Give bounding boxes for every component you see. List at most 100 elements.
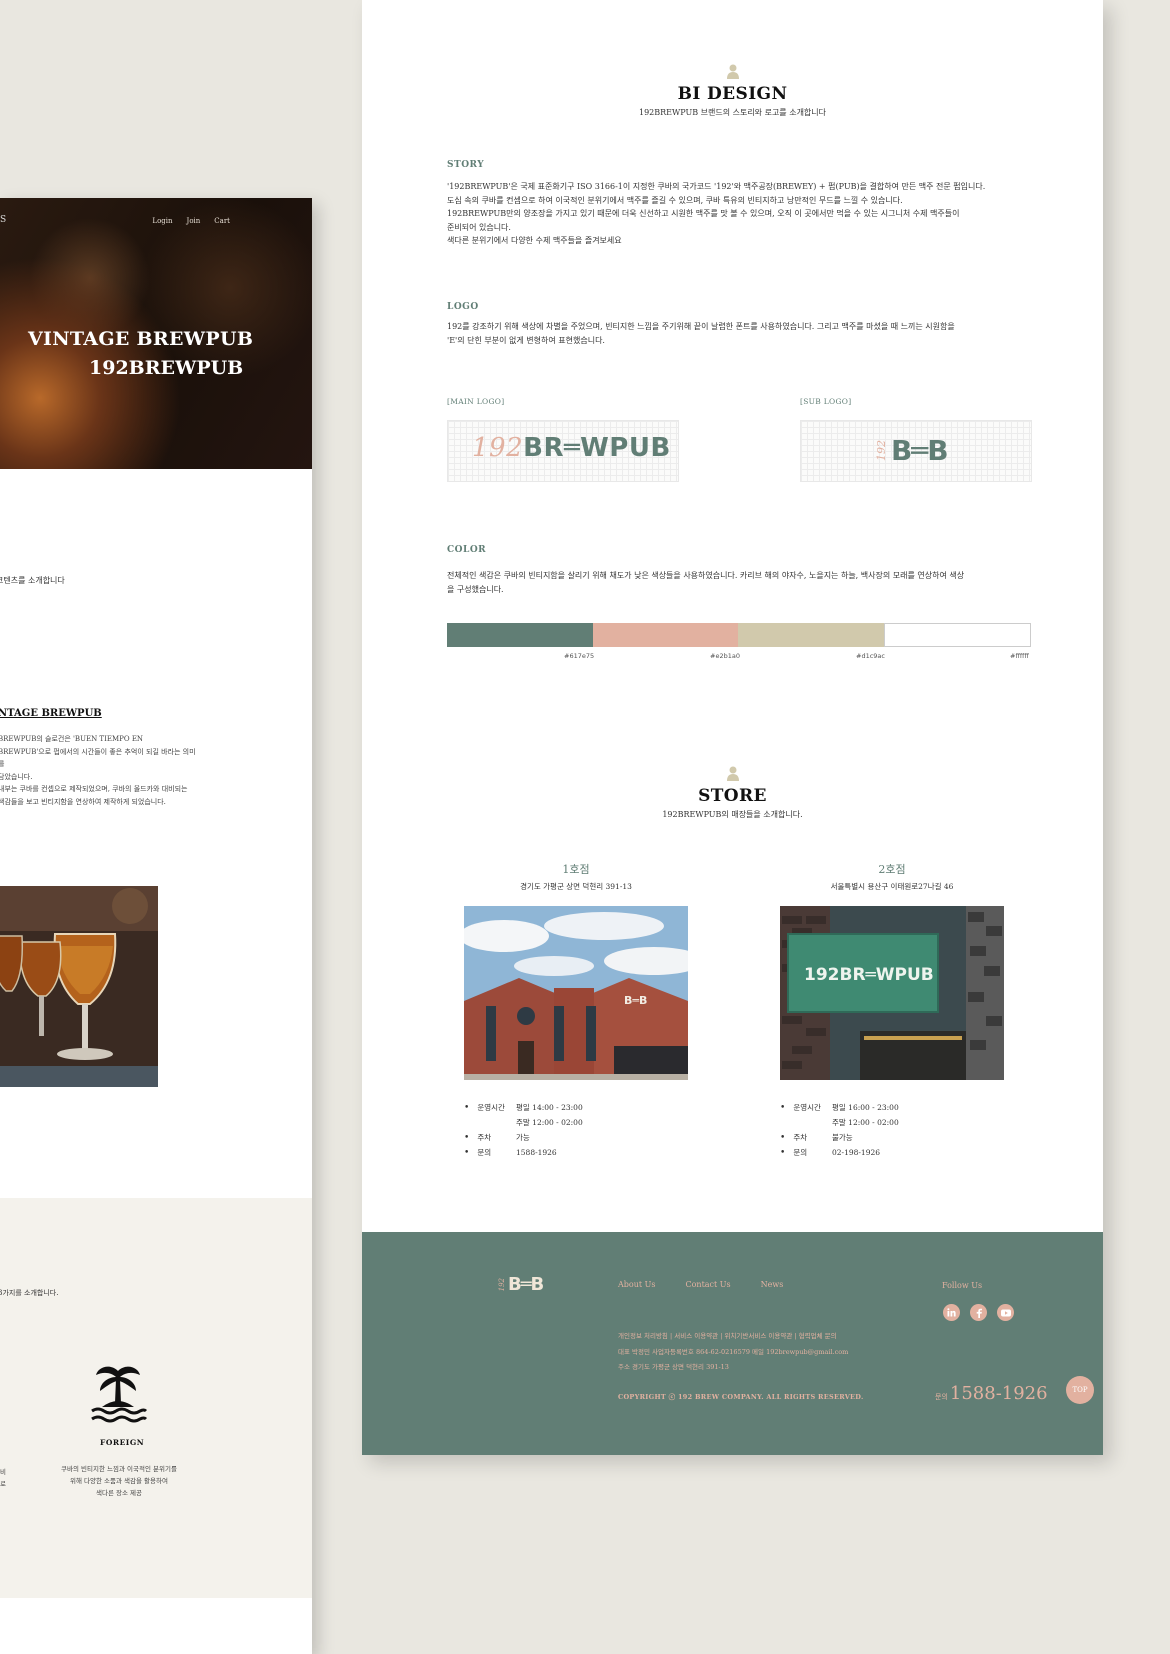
swatch-label-pink: #e2b1a0 [710, 652, 740, 660]
store-2-photo: 192BR═WPUB [780, 906, 1004, 1080]
color-text: 전체적인 색감은 쿠바의 빈티지함을 살리기 위해 채도가 낮은 색상들을 사용… [447, 571, 965, 594]
store-1-info: 운영시간 평일 14:00 - 23:00 주말 12:00 - 02:00 주… [464, 1100, 694, 1160]
store-2-address: 서울특별시 용산구 이태원로27나길 46 [830, 882, 954, 891]
store-1-hours-row-2: 주말 12:00 - 02:00 [464, 1115, 694, 1130]
phone-label: 문의 [935, 1393, 948, 1401]
footer-link-news[interactable]: News [761, 1280, 784, 1289]
bi-design-header: BI DESIGN 192BREWPUB 브랜드의 스토리와 로고를 소개합니다 [362, 63, 1103, 118]
store-2-heading: 2호점 서울특별시 용산구 이태원로27나길 46 [780, 861, 1004, 892]
facebook-icon[interactable] [970, 1304, 987, 1321]
logo-text: 192를 강조하기 위해 색상에 차별을 주었으며, 빈티지한 느낌을 주기위해… [447, 322, 955, 345]
store-1-name: 1호점 [562, 863, 590, 876]
footer-link-about[interactable]: About Us [618, 1280, 655, 1289]
footer-logo[interactable]: 192 B═B [498, 1274, 544, 1295]
hours-label: 운영시간 [464, 1102, 516, 1113]
story-text: '192BREWPUB'은 국제 표준화기구 ISO 3166-1이 지정한 쿠… [447, 182, 986, 245]
story-label: STORY [447, 160, 485, 170]
hero-nav: Login Join Cart [152, 217, 230, 225]
parking-label: 주차 [780, 1132, 832, 1143]
nav-login[interactable]: Login [152, 217, 172, 225]
scroll-top-button[interactable]: TOP [1066, 1376, 1094, 1404]
store-1-address: 경기도 가평군 상면 덕현리 391-13 [520, 882, 632, 891]
hours-label: 운영시간 [780, 1102, 832, 1113]
sub-logo-word: B═B [891, 433, 949, 467]
store-subtitle: 192BREWPUB의 매장들을 소개합니다. [662, 810, 803, 819]
footer-logo-word: B═B [508, 1274, 544, 1295]
color-palette [447, 623, 1031, 647]
store-header: STORE 192BREWPUB의 매장들을 소개합니다. [362, 765, 1103, 820]
store-2-hours-row-2: 주말 12:00 - 02:00 [780, 1115, 1010, 1130]
text-fragment: 비 [0, 1468, 6, 1476]
palm-island-icon [88, 1363, 148, 1425]
footer-phone: 문의 1588-1926 [935, 1383, 1048, 1404]
store-2-info: 운영시간 평일 16:00 - 23:00 주말 12:00 - 02:00 주… [780, 1100, 1010, 1160]
main-logo-word: BR═WPUB [523, 433, 671, 463]
footer-legal-links[interactable]: 개인정보 처리방침 | 서비스 이용약관 | 위치기반서비스 이용약관 | 협력… [618, 1329, 938, 1376]
main-logo-number: 192 [472, 433, 524, 463]
store-2-parking-row: 주차 불가능 [780, 1130, 1010, 1145]
phone-number: 1588-1926 [949, 1383, 1048, 1404]
swatch-pink [592, 623, 738, 647]
main-logo-caption: [MAIN LOGO] [447, 397, 505, 406]
swatch-green [447, 623, 593, 647]
contact-label: 문의 [780, 1147, 832, 1158]
footer-link-contact[interactable]: Contact Us [685, 1280, 730, 1289]
footer-logo-number: 192 [498, 1277, 506, 1292]
left-page-preview: S Login Join Cart VINTAGE BREWPUB 192BRE… [0, 198, 312, 1654]
person-icon [726, 63, 740, 79]
main-logo-box: 192BR═WPUB [447, 420, 679, 482]
store-sign-text: 192BR═WPUB [804, 965, 934, 985]
features-intro-fragment: 3가지를 소개합니다. [0, 1289, 59, 1297]
store-1-parking-row: 주차 가능 [464, 1130, 694, 1145]
foreign-label: FOREIGN [100, 1438, 145, 1447]
swatch-label-green: #617e75 [564, 652, 595, 660]
hours-weekday: 평일 16:00 - 23:00 [832, 1103, 899, 1112]
social-links [943, 1304, 1014, 1321]
footer: 192 B═B About Us Contact Us News Follow … [362, 1232, 1103, 1455]
vintage-heading: NTAGE BREWPUB [0, 708, 102, 719]
linkedin-icon[interactable] [943, 1304, 960, 1321]
bi-design-subtitle: 192BREWPUB 브랜드의 스토리와 로고를 소개합니다 [638, 108, 827, 117]
youtube-icon[interactable] [997, 1304, 1014, 1321]
sub-logo: 192 B═B [875, 433, 949, 467]
nav-cart[interactable]: Cart [214, 217, 230, 225]
logo-label: LOGO [447, 302, 479, 312]
swatch-white [883, 623, 1031, 647]
contact-value: 1588-1926 [516, 1148, 557, 1157]
bi-design-title: BI DESIGN [677, 84, 788, 104]
sub-logo-caption: [SUB LOGO] [800, 397, 852, 406]
follow-label: Follow Us [942, 1281, 983, 1290]
color-label: COLOR [447, 545, 487, 555]
store-2-name: 2호점 [878, 863, 906, 876]
store-2-contact-row: 문의 02-198-1926 [780, 1145, 1010, 1160]
intro-fragment: 코텐츠를 소개합니다 [0, 576, 65, 585]
nav-join[interactable]: Join [187, 217, 201, 225]
footer-nav: About Us Contact Us News [618, 1280, 783, 1289]
sub-logo-number: 192 [875, 439, 888, 461]
hero-title-line1: VINTAGE BREWPUB [28, 328, 254, 350]
hero-logo-fragment: S [0, 215, 7, 225]
features-band [0, 1198, 312, 1598]
parking-value: 불가능 [832, 1133, 853, 1142]
swatch-label-sand: #d1c9ac [856, 652, 885, 660]
store-2-hours-row: 운영시간 평일 16:00 - 23:00 [780, 1100, 1010, 1115]
store-1-hours-row: 운영시간 평일 14:00 - 23:00 [464, 1100, 694, 1115]
beer-glasses-photo [0, 886, 158, 1087]
hours-weekend: 주말 12:00 - 02:00 [516, 1118, 583, 1127]
sub-logo-box: 192 B═B [800, 420, 1032, 482]
parking-label: 주차 [464, 1132, 516, 1143]
parking-value: 가능 [516, 1133, 530, 1142]
contact-label: 문의 [464, 1147, 516, 1158]
store-1-photo: B═B [464, 906, 688, 1080]
hours-weekend: 주말 12:00 - 02:00 [832, 1118, 899, 1127]
hours-weekday: 평일 14:00 - 23:00 [516, 1103, 583, 1112]
store-1-contact-row: 문의 1588-1926 [464, 1145, 694, 1160]
right-page-preview: BI DESIGN 192BREWPUB 브랜드의 스토리와 로고를 소개합니다… [362, 0, 1103, 1455]
foreign-description: 쿠바의 빈티지한 느낌과 이국적인 분위기를 위해 다양한 소품과 색감을 활용… [61, 1465, 177, 1497]
main-logo: 192BR═WPUB [472, 433, 671, 463]
store-1-heading: 1호점 경기도 가평군 상면 덕현리 391-13 [464, 861, 688, 892]
vintage-paragraph: BREWPUB의 슬로건은 'BUEN TIEMPO EN BREWPUB'으로… [0, 735, 196, 806]
swatch-sand [738, 623, 884, 647]
person-icon [726, 765, 740, 781]
copyright: COPYRIGHT ⓒ 192 BREW COMPANY. ALL RIGHTS… [618, 1393, 864, 1401]
